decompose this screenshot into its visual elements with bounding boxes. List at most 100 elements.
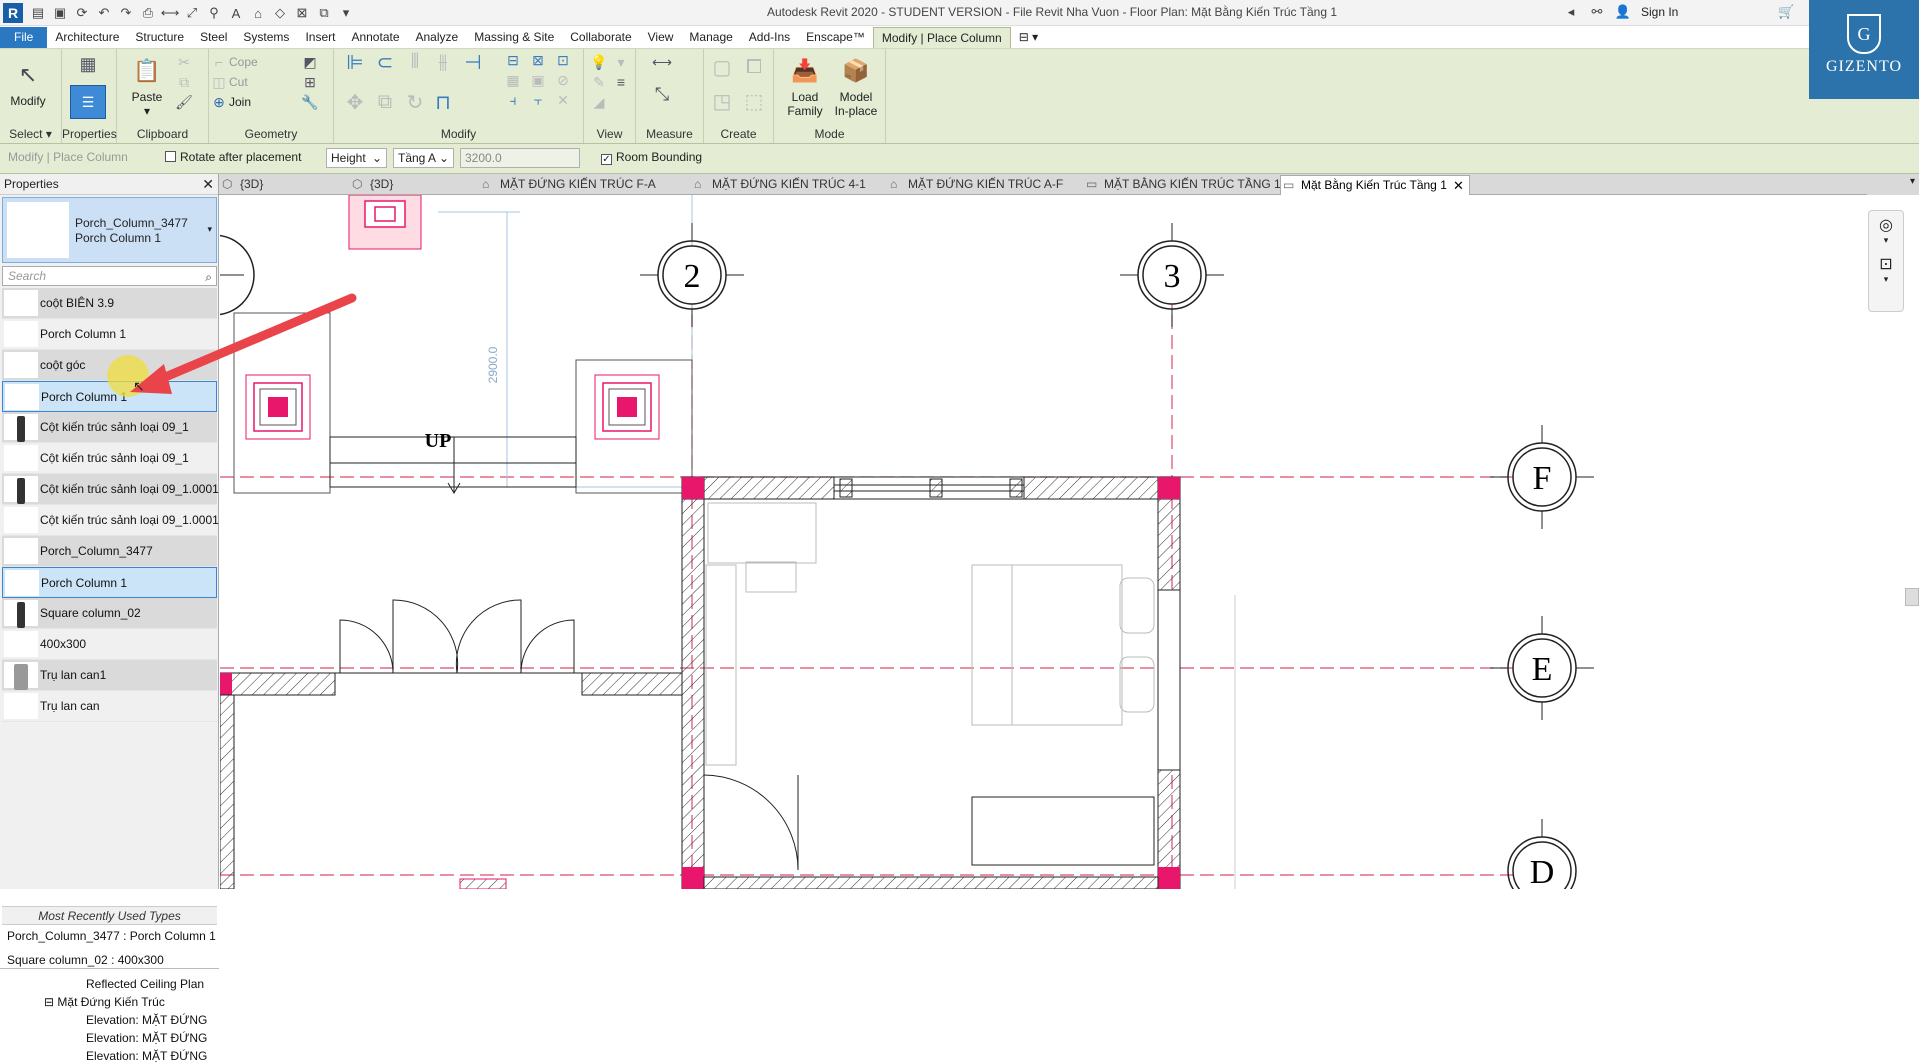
align-icon[interactable]: ⊫ [346,52,364,74]
create-parts-icon[interactable]: ⧠ [740,53,768,81]
type-properties-icon[interactable]: ▦ [79,54,97,74]
override-graphics-icon[interactable]: ✎ [590,73,608,91]
delete-icon[interactable]: ✕ [554,91,572,109]
scale-icon[interactable]: ▣ [529,71,547,89]
zoom-icon[interactable]: ⊡ [1869,254,1903,274]
floor-plan[interactable]: 2 3 F E D 2900.0 UP [220,195,1919,889]
match-properties-icon[interactable]: 🖌 [175,93,193,111]
switch-windows-icon[interactable]: ⧉ [316,5,332,21]
building-walls[interactable] [681,476,1181,889]
lightbulb-icon[interactable]: 💡 [590,53,608,71]
mru-item[interactable]: Porch_Column_3477 : Porch Column 1 [2,925,217,949]
undo-icon[interactable]: ↶ [96,5,112,21]
type-list-item[interactable]: Cột kiến trúc sảnh loại 09_1.0001 [2,505,219,536]
type-list-item[interactable]: Porch Column 1 [2,567,217,598]
model-in-place-button[interactable]: 📦 Model In-place [832,55,880,118]
cut-geometry-icon[interactable]: ◫ [210,73,228,91]
navigation-bar[interactable]: ◎ ▾ ⊡ ▾ [1868,210,1904,312]
tab-massing-site[interactable]: Massing & Site [466,27,562,48]
zoom-chevron-icon[interactable]: ▾ [1869,274,1903,285]
grid-bubble-F[interactable]: F [1490,425,1594,529]
save-icon[interactable]: ▣ [52,5,68,21]
tab-steel[interactable]: Steel [192,27,235,48]
search-icon[interactable]: ⌕ [205,268,212,286]
tab-view[interactable]: View [640,27,682,48]
lower-walls[interactable] [220,672,683,889]
tab-overflow[interactable]: ▾ [1867,174,1919,195]
level-select[interactable]: Tầng A ⌄ [393,148,454,168]
grid-bubble-3[interactable]: 3 [1120,223,1224,327]
tab-add-ins[interactable]: Add-Ins [741,27,798,48]
close-tab-icon[interactable]: ✕ [1453,176,1464,195]
copy-element-icon[interactable]: ⧉ [376,91,394,113]
browser-item[interactable]: Elevation: MẶT ĐỨNG [86,1031,207,1045]
join-icon[interactable]: ⊕ [210,93,228,111]
tab-systems[interactable]: Systems [235,27,297,48]
view-tab[interactable]: ▭ Mặt Bằng Kiến Trúc Tầng 1 ✕ [1280,175,1470,195]
stair[interactable]: UP [329,430,577,494]
view-tab[interactable]: ⌂ MẶT ĐỨNG KIẾN TRÚC 4-1 [692,175,866,195]
cart-icon[interactable]: 🛒 [1778,4,1794,20]
move-icon[interactable]: ✥ [346,92,364,114]
create-group-icon[interactable]: ◳ [708,87,736,115]
search-arrow-icon[interactable]: ◂ [1563,4,1579,20]
view-tab[interactable]: ⌂ MẶT ĐỨNG KIẾN TRÚC F-A [480,175,656,195]
sign-in-link[interactable]: Sign In [1641,5,1678,19]
extend-multiple-icon[interactable]: ⫟ [529,91,547,109]
grid-bubble-D[interactable]: D [1507,819,1577,889]
type-list-item[interactable]: 400x300 [2,629,217,660]
trim-extend-icon[interactable]: ⫞ [504,91,522,109]
room-bounding-checkbox[interactable]: ✓ Room Bounding [601,150,702,165]
mirror-axis-icon[interactable]: ⫴ [406,51,424,73]
type-selector[interactable]: Porch_Column_3477 Porch Column 1 ▾ [2,197,217,263]
height-value-input[interactable]: 3200.0 [460,148,580,168]
user-icon[interactable]: 👤 [1615,4,1631,20]
linework-icon[interactable]: ◢ [590,93,608,111]
modify-button[interactable]: ↖ Modify [6,59,50,108]
doors[interactable] [339,599,799,871]
measure-between-icon[interactable]: ⟷ [646,53,678,71]
type-list-item[interactable]: Cột kiến trúc sảnh loại 09_1 [2,412,217,443]
text-icon[interactable]: A [228,5,244,21]
customize-qat-icon[interactable]: ▾ [338,5,354,21]
type-list-item[interactable]: Cột kiến trúc sảnh loại 09_1.0001 [2,474,219,505]
aligned-dimension-icon[interactable]: ⤡ [646,84,678,104]
vertical-scrollbar[interactable] [1905,588,1919,606]
type-search-input[interactable]: Search ⌕ [2,266,217,286]
tab-analyze[interactable]: Analyze [408,27,467,48]
copy-icon[interactable]: ⧉ [175,73,193,91]
join-label[interactable]: Join [229,95,251,109]
tab-manage[interactable]: Manage [681,27,740,48]
revit-logo-icon[interactable]: R [3,3,23,23]
chevron-down-icon[interactable]: ▾ [207,224,212,235]
browser-item[interactable]: ⊟ Mặt Đứng Kiến Trúc [44,995,165,1009]
grid-bubble-E[interactable]: E [1490,616,1594,720]
create-similar-icon[interactable]: ⬚ [740,87,768,115]
contextual-dropdown-icon[interactable]: ⊟ ▾ [1011,27,1046,48]
tab-annotate[interactable]: Annotate [343,27,407,48]
tab-collaborate[interactable]: Collaborate [562,27,639,48]
3d-view-icon[interactable]: ⌂ [250,5,266,21]
tab-enscape[interactable]: Enscape™ [798,27,873,48]
type-list-item[interactable]: Trụ lan can1 [2,660,217,691]
tag-icon[interactable]: ⚲ [206,5,222,21]
view-tab[interactable]: ▭ MẶT BẰNG KIẾN TRÚC TẦNG 1 [1084,175,1281,195]
split-face-icon[interactable]: ◩ [301,53,319,71]
offset-icon[interactable]: ⊂ [376,52,394,74]
select-panel-label[interactable]: Select ▾ [0,127,61,141]
cut-icon[interactable]: ✂ [175,53,193,71]
browser-item[interactable]: Elevation: MẶT ĐỨNG [86,1049,207,1063]
porch-column-right[interactable] [575,359,693,494]
paint-icon[interactable]: 🔧 [301,93,319,111]
paste-button[interactable]: 📋 Paste ▾ [125,55,169,118]
sync-icon[interactable]: ⟳ [74,5,90,21]
tab-architecture[interactable]: Architecture [47,27,127,48]
open-icon[interactable]: ▤ [30,5,46,21]
view-tab[interactable]: ⬡ {3D} [350,175,393,195]
unpin-icon[interactable]: ⊡ [554,51,572,69]
tab-insert[interactable]: Insert [297,27,343,48]
trim-single-icon[interactable]: ⊟ [504,51,522,69]
print-icon[interactable]: ⎙ [140,5,156,21]
view-settings-icon[interactable]: ≡ [612,73,630,91]
pin-icon[interactable]: ⊘ [554,71,572,89]
